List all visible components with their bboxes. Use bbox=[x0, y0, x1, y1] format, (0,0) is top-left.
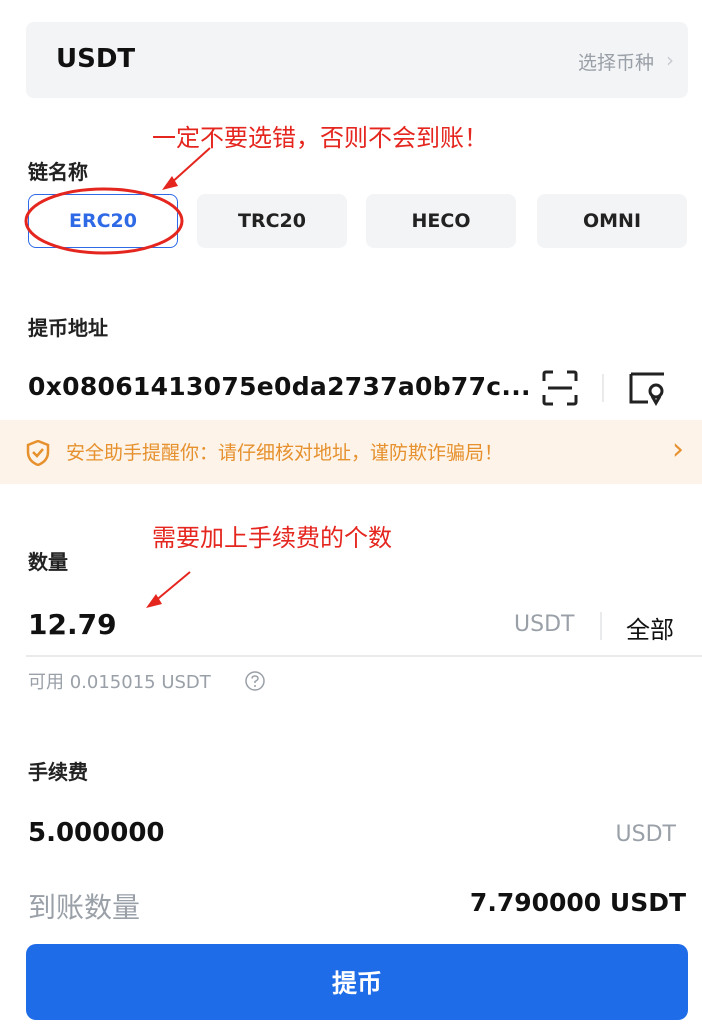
chain-option-trc20[interactable]: TRC20 bbox=[197, 194, 347, 248]
arrival-value: 7.790000 USDT bbox=[469, 888, 686, 917]
fee-value: 5.000000 bbox=[28, 818, 165, 848]
security-warning-text: 安全助手提醒你：请仔细核对地址，谨防欺诈骗局！ bbox=[66, 442, 504, 464]
chevron-right-icon: › bbox=[672, 432, 684, 467]
annotation-amount-note: 需要加上手续费的个数 bbox=[152, 524, 392, 552]
amount-input[interactable]: 12.79 bbox=[28, 608, 117, 641]
annotation-circle-icon bbox=[24, 187, 184, 255]
available-balance: 可用 0.015015 USDT bbox=[28, 672, 211, 693]
chain-option-omni[interactable]: OMNI bbox=[537, 194, 687, 248]
chain-option-heco[interactable]: HECO bbox=[366, 194, 516, 248]
address-label: 提币地址 bbox=[28, 316, 108, 340]
address-input[interactable]: 0x08061413075e0da2737a0b77c... bbox=[28, 372, 531, 401]
select-coin-link[interactable]: 选择币种 bbox=[578, 48, 654, 75]
amount-underline bbox=[26, 655, 702, 657]
amount-unit: USDT bbox=[514, 612, 575, 637]
coin-name: USDT bbox=[56, 44, 136, 74]
address-book-icon[interactable] bbox=[628, 370, 668, 406]
help-icon[interactable] bbox=[244, 670, 266, 692]
withdraw-button[interactable]: 提币 bbox=[26, 944, 688, 1020]
amount-divider bbox=[600, 612, 602, 640]
fee-unit: USDT bbox=[615, 822, 676, 847]
scan-icon[interactable] bbox=[542, 370, 578, 406]
all-button[interactable]: 全部 bbox=[626, 610, 674, 645]
chevron-right-icon: › bbox=[666, 48, 674, 72]
address-divider bbox=[602, 374, 604, 402]
arrival-label: 到账数量 bbox=[28, 891, 141, 924]
coin-selector[interactable]: USDT 选择币种 › bbox=[26, 22, 688, 98]
amount-label: 数量 bbox=[28, 550, 68, 574]
shield-icon bbox=[26, 440, 50, 466]
fee-label: 手续费 bbox=[28, 760, 88, 784]
annotation-arrow-icon bbox=[146, 571, 191, 608]
